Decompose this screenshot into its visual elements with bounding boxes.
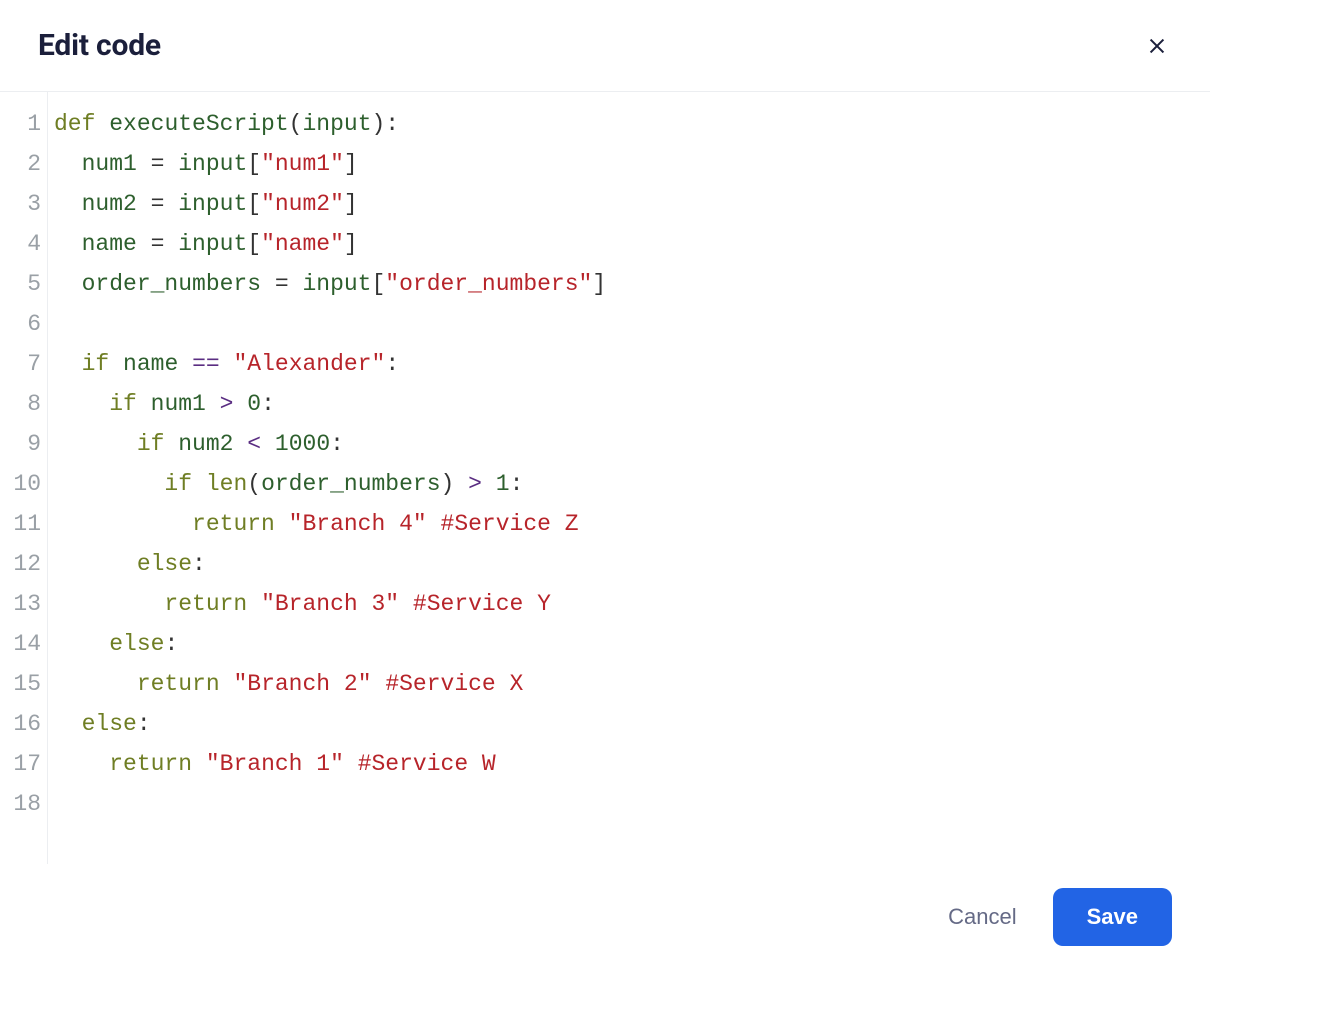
modal-header: Edit code [0,0,1210,92]
code-line[interactable]: return "Branch 2" #Service X [54,664,1200,704]
line-number-gutter: 123456789101112131415161718 [0,92,48,864]
line-number: 16 [0,704,47,744]
code-line[interactable]: num2 = input["num2"] [54,184,1200,224]
code-line[interactable]: else: [54,624,1200,664]
code-line[interactable]: if len(order_numbers) > 1: [54,464,1200,504]
code-editor[interactable]: 123456789101112131415161718 def executeS… [0,92,1210,864]
code-line[interactable]: return "Branch 4" #Service Z [54,504,1200,544]
code-line[interactable]: order_numbers = input["order_numbers"] [54,264,1200,304]
line-number: 6 [0,304,47,344]
line-number: 12 [0,544,47,584]
code-line[interactable]: return "Branch 3" #Service Y [54,584,1200,624]
line-number: 9 [0,424,47,464]
line-number: 7 [0,344,47,384]
line-number: 3 [0,184,47,224]
code-line[interactable]: num1 = input["num1"] [54,144,1200,184]
edit-code-modal: Edit code 123456789101112131415161718 de… [0,0,1210,980]
line-number: 15 [0,664,47,704]
code-line[interactable] [54,304,1200,344]
modal-footer: Cancel Save [0,864,1210,980]
line-number: 8 [0,384,47,424]
save-button[interactable]: Save [1053,888,1172,946]
line-number: 5 [0,264,47,304]
code-line[interactable]: return "Branch 1" #Service W [54,744,1200,784]
code-line[interactable]: else: [54,544,1200,584]
code-area[interactable]: def executeScript(input): num1 = input["… [48,92,1210,864]
code-line[interactable]: def executeScript(input): [54,104,1200,144]
code-line[interactable]: name = input["name"] [54,224,1200,264]
close-icon [1146,35,1168,57]
code-line[interactable]: if num2 < 1000: [54,424,1200,464]
cancel-button[interactable]: Cancel [942,903,1022,931]
line-number: 14 [0,624,47,664]
line-number: 4 [0,224,47,264]
line-number: 10 [0,464,47,504]
line-number: 17 [0,744,47,784]
line-number: 18 [0,784,47,824]
code-line[interactable] [54,784,1200,824]
code-line[interactable]: if num1 > 0: [54,384,1200,424]
close-button[interactable] [1142,31,1172,61]
code-line[interactable]: if name == "Alexander": [54,344,1200,384]
modal-title: Edit code [38,28,161,63]
line-number: 2 [0,144,47,184]
code-line[interactable]: else: [54,704,1200,744]
line-number: 11 [0,504,47,544]
line-number: 1 [0,104,47,144]
line-number: 13 [0,584,47,624]
